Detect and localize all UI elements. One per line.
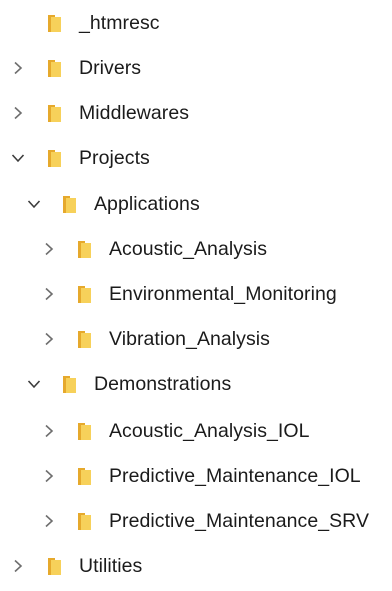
tree-item-predictive-maintenance-srv[interactable]: Predictive_Maintenance_SRV [0, 506, 392, 546]
tree-item-label: Utilities [79, 555, 143, 577]
tree-item-label: Acoustic_Analysis_IOL [109, 420, 310, 442]
chevron-down-icon[interactable] [27, 197, 41, 211]
chevron-right-icon[interactable] [42, 287, 56, 301]
tree-item-acoustic-analysis-iol[interactable]: Acoustic_Analysis_IOL [0, 416, 392, 456]
folder-icon [76, 330, 92, 349]
folder-icon [46, 14, 62, 33]
tree-item-drivers[interactable]: Drivers [0, 53, 392, 93]
tree-item-label: Middlewares [79, 102, 190, 124]
folder-icon [46, 149, 62, 168]
folder-icon [61, 375, 77, 394]
tree-item-label: Applications [94, 193, 200, 215]
folder-icon [76, 422, 92, 441]
chevron-right-icon[interactable] [11, 106, 25, 120]
folder-icon [46, 104, 62, 123]
chevron-right-icon[interactable] [11, 61, 25, 75]
folder-icon [61, 195, 77, 214]
chevron-right-icon[interactable] [42, 242, 56, 256]
folder-tree: _htmresc Drivers Middlewares Projects Ap… [0, 0, 392, 577]
tree-item-label: Predictive_Maintenance_SRV [109, 510, 370, 532]
tree-item-vibration-analysis[interactable]: Vibration_Analysis [0, 324, 392, 364]
tree-item-label: _htmresc [79, 12, 160, 34]
tree-item-label: Predictive_Maintenance_IOL [109, 465, 361, 487]
folder-icon [76, 467, 92, 486]
tree-item-acoustic-analysis[interactable]: Acoustic_Analysis [0, 234, 392, 274]
chevron-right-icon[interactable] [42, 332, 56, 346]
tree-item-projects[interactable]: Projects [0, 143, 392, 183]
chevron-down-icon[interactable] [27, 377, 41, 391]
tree-item-demonstrations[interactable]: Demonstrations [0, 369, 392, 409]
tree-item-applications[interactable]: Applications [0, 189, 392, 229]
tree-item-middlewares[interactable]: Middlewares [0, 98, 392, 138]
tree-item-label: Drivers [79, 57, 142, 79]
tree-item-label: Vibration_Analysis [109, 328, 270, 350]
tree-item-label: Acoustic_Analysis [109, 238, 268, 260]
tree-item-predictive-maintenance-iol[interactable]: Predictive_Maintenance_IOL [0, 461, 392, 501]
folder-icon [76, 285, 92, 304]
chevron-right-icon[interactable] [42, 514, 56, 528]
chevron-right-icon[interactable] [11, 559, 25, 573]
tree-item-label: Environmental_Monitoring [109, 283, 337, 305]
chevron-right-icon[interactable] [42, 424, 56, 438]
tree-item-label: Demonstrations [94, 373, 232, 395]
folder-icon [76, 512, 92, 531]
tree-item-environmental-monitoring[interactable]: Environmental_Monitoring [0, 279, 392, 319]
chevron-down-icon[interactable] [11, 151, 25, 165]
chevron-right-icon[interactable] [42, 469, 56, 483]
tree-item-htmresc[interactable]: _htmresc [0, 8, 392, 48]
folder-icon [46, 557, 62, 576]
tree-item-label: Projects [79, 147, 150, 169]
tree-item-utilities[interactable]: Utilities [0, 551, 392, 591]
folder-icon [46, 59, 62, 78]
folder-icon [76, 240, 92, 259]
